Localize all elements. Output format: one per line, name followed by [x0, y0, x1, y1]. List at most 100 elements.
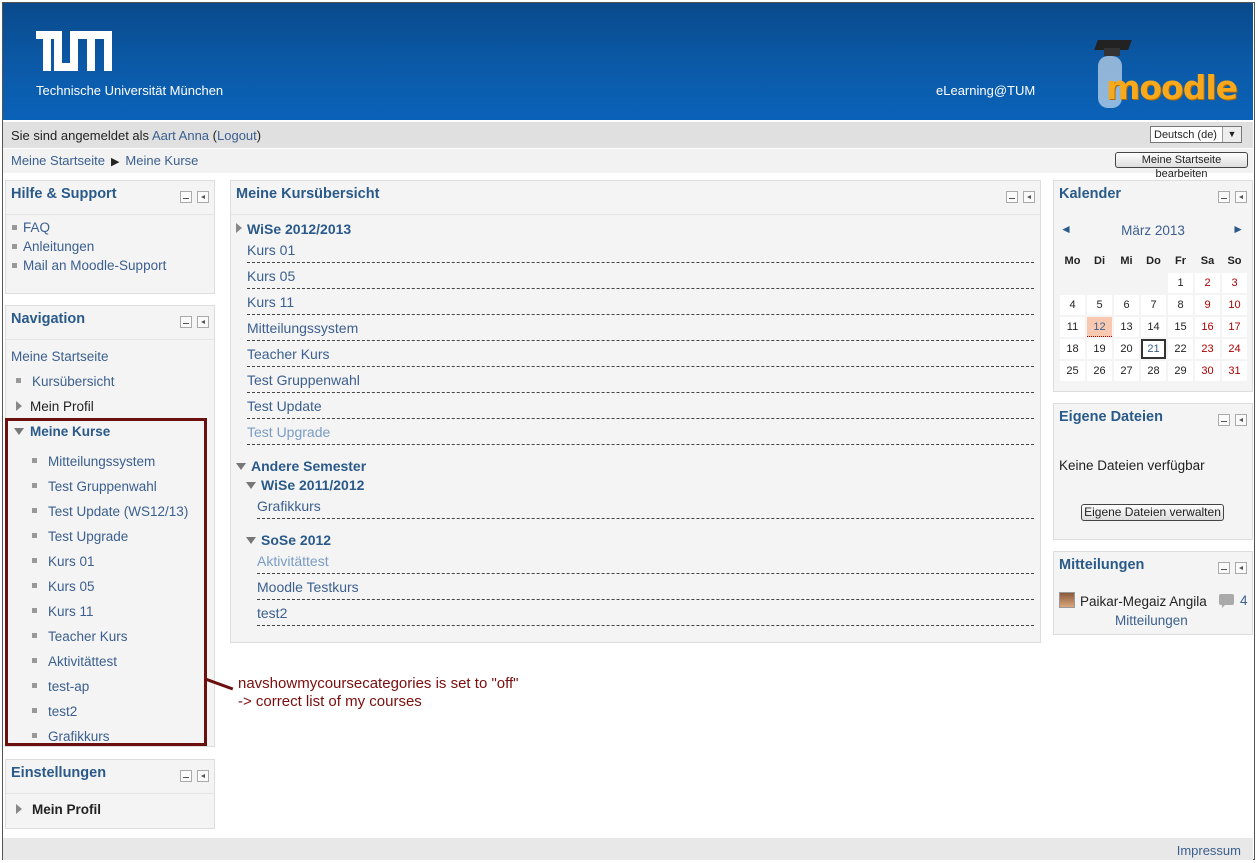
calendar-day[interactable]: 6: [1114, 295, 1139, 315]
calendar-day[interactable]: 10: [1222, 295, 1247, 315]
edit-page-button[interactable]: Meine Startseite bearbeiten: [1115, 152, 1248, 180]
block-title: Meine Kursübersicht: [236, 186, 380, 202]
calendar-day[interactable]: 5: [1087, 295, 1112, 315]
calendar-day[interactable]: 22: [1168, 339, 1193, 359]
calendar-day[interactable]: 17: [1222, 317, 1247, 337]
moodle-logo[interactable]: moodle: [1088, 36, 1238, 116]
section-other[interactable]: Andere Semester: [251, 458, 366, 474]
calendar-day[interactable]: 1: [1168, 273, 1193, 293]
calendar-day[interactable]: 30: [1195, 361, 1220, 381]
minimize-icon[interactable]: [1218, 414, 1230, 426]
dock-icon[interactable]: [197, 316, 209, 328]
course-link[interactable]: Grafikkurs: [257, 498, 321, 514]
course-link[interactable]: Moodle Testkurs: [257, 579, 359, 595]
calendar-day[interactable]: 28: [1141, 361, 1166, 381]
dock-icon[interactable]: [1023, 191, 1035, 203]
calendar-day[interactable]: 14: [1141, 317, 1166, 337]
calendar-day[interactable]: 4: [1060, 295, 1085, 315]
nav-home[interactable]: Meine Startseite: [11, 349, 109, 364]
next-month-icon[interactable]: ►: [1232, 222, 1244, 236]
course-link[interactable]: test2: [257, 605, 287, 621]
calendar-day[interactable]: 25: [1060, 361, 1085, 381]
calendar-month[interactable]: März 2013: [1054, 223, 1252, 238]
calendar-day[interactable]: 24: [1222, 339, 1247, 359]
minimize-icon[interactable]: [180, 316, 192, 328]
calendar-day[interactable]: 19: [1087, 339, 1112, 359]
calendar-day[interactable]: 2: [1195, 273, 1220, 293]
nav-my-profile[interactable]: Mein Profil: [30, 399, 94, 414]
course-link[interactable]: Kurs 11: [247, 294, 294, 310]
dock-icon[interactable]: [197, 191, 209, 203]
course-row: Grafikkurs: [257, 493, 1034, 519]
calendar-day[interactable]: 11: [1060, 317, 1085, 337]
arrow-right-icon: ▶: [110, 156, 120, 168]
course-link[interactable]: Teacher Kurs: [247, 346, 329, 362]
course-link[interactable]: Mitteilungssystem: [247, 320, 358, 336]
course-link[interactable]: Test Update: [247, 398, 322, 414]
settings-my-profile[interactable]: Mein Profil: [32, 802, 101, 817]
message-icon[interactable]: [1219, 594, 1234, 608]
language-select[interactable]: Deutsch (de) ▼: [1150, 126, 1242, 143]
files-empty-text: Keine Dateien verfügbar: [1059, 458, 1205, 473]
login-info: Sie sind angemeldet als Aart Anna (Logou…: [11, 128, 262, 143]
course-link[interactable]: Kurs 01: [247, 242, 295, 258]
calendar-day[interactable]: 9: [1195, 295, 1220, 315]
message-count[interactable]: 4: [1240, 593, 1248, 608]
course-row: Kurs 01: [247, 237, 1034, 263]
expand-icon[interactable]: [236, 223, 242, 233]
nav-course-overview[interactable]: Kursübersicht: [32, 374, 115, 389]
calendar-day[interactable]: 7: [1141, 295, 1166, 315]
calendar-day[interactable]: 16: [1195, 317, 1220, 337]
manage-files-button[interactable]: Eigene Dateien verwalten: [1081, 504, 1224, 521]
calendar-day[interactable]: 31: [1222, 361, 1247, 381]
course-link[interactable]: Test Upgrade: [247, 424, 330, 440]
minimize-icon[interactable]: [1218, 562, 1230, 574]
calendar-day[interactable]: 18: [1060, 339, 1085, 359]
section-ss12[interactable]: SoSe 2012: [261, 532, 331, 548]
message-sender[interactable]: Paikar-Megaiz Angila: [1080, 594, 1207, 609]
course-link[interactable]: Test Gruppenwahl: [247, 372, 360, 388]
weekday-header: Sa: [1195, 251, 1220, 271]
collapse-icon[interactable]: [236, 463, 246, 470]
calendar-day[interactable]: 20: [1114, 339, 1139, 359]
calendar-day[interactable]: 29: [1168, 361, 1193, 381]
user-link[interactable]: Aart Anna: [152, 128, 209, 143]
course-link[interactable]: Kurs 05: [247, 268, 295, 284]
dock-icon[interactable]: [197, 770, 209, 782]
dock-icon[interactable]: [1235, 562, 1247, 574]
help-item-guides[interactable]: Anleitungen: [12, 239, 166, 258]
section-ws1112[interactable]: WiSe 2011/2012: [261, 477, 364, 493]
dock-icon[interactable]: [1235, 414, 1247, 426]
expand-icon[interactable]: [16, 401, 22, 411]
help-item-faq[interactable]: FAQ: [12, 220, 166, 239]
calendar-day[interactable]: 27: [1114, 361, 1139, 381]
calendar-day[interactable]: 12: [1087, 317, 1112, 337]
breadcrumb-current[interactable]: Meine Kurse: [125, 153, 198, 168]
calendar-day[interactable]: 8: [1168, 295, 1193, 315]
calendar-day[interactable]: 21: [1141, 339, 1166, 359]
help-item-mail[interactable]: Mail an Moodle-Support: [12, 258, 166, 277]
minimize-icon[interactable]: [1218, 191, 1230, 203]
minimize-icon[interactable]: [180, 770, 192, 782]
impressum-link[interactable]: Impressum: [1177, 843, 1241, 858]
chevron-down-icon: ▼: [1222, 127, 1241, 142]
tum-logo[interactable]: [36, 31, 116, 75]
section-ws1213[interactable]: WiSe 2012/2013: [247, 221, 351, 237]
messages-link[interactable]: Mitteilungen: [1115, 613, 1188, 628]
breadcrumb-home[interactable]: Meine Startseite: [11, 153, 105, 168]
collapse-icon[interactable]: [246, 537, 256, 544]
calendar-day[interactable]: 26: [1087, 361, 1112, 381]
dock-icon[interactable]: [1235, 191, 1247, 203]
calendar-day[interactable]: 13: [1114, 317, 1139, 337]
calendar-day[interactable]: 23: [1195, 339, 1220, 359]
minimize-icon[interactable]: [180, 191, 192, 203]
collapse-icon[interactable]: [246, 482, 256, 489]
minimize-icon[interactable]: [1006, 191, 1018, 203]
avatar[interactable]: [1059, 592, 1075, 608]
expand-icon[interactable]: [16, 804, 22, 814]
calendar-day[interactable]: 3: [1222, 273, 1247, 293]
calendar-empty-cell: [1060, 273, 1085, 293]
calendar-day[interactable]: 15: [1168, 317, 1193, 337]
logout-link[interactable]: Logout: [217, 128, 257, 143]
course-link[interactable]: Aktivitättest: [257, 553, 329, 569]
